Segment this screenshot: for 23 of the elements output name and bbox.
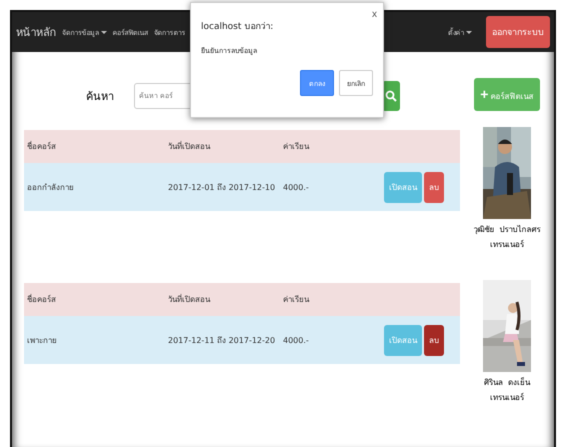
column-header: ค่าเรียน xyxy=(282,141,310,153)
delete-button[interactable]: ลบ xyxy=(424,324,444,356)
table-cell-text: 4000.- xyxy=(282,182,310,192)
column-header: วันที่เปิดสอน xyxy=(167,140,212,153)
table-cell-text: เพาะกาย xyxy=(26,334,58,346)
column-header: ชื่อคอร์ส xyxy=(26,293,57,306)
column-header: วันที่เปิดสอน xyxy=(167,293,212,306)
search-label: ค้นหา xyxy=(86,89,115,105)
delete-button[interactable]: ลบ xyxy=(424,172,444,202)
table-cell-text: 2017-12-01 ถึง 2017-12-10 xyxy=(167,182,276,194)
trainer-role: เทรนเนอร์ xyxy=(490,238,524,251)
logout-button[interactable]: ออกจากระบบ xyxy=(486,16,550,48)
trainer-name: ศิรินล ดงเย็น xyxy=(484,376,530,389)
trainer-name: วุฒิชัย ปราบไกลศร xyxy=(473,224,541,236)
table-cell-text: 4000.- xyxy=(282,336,310,344)
dialog-title: localhost บอกว่า: xyxy=(201,21,274,33)
column-header: ค่าเรียน xyxy=(282,294,310,306)
trainer-role: เทรนเนอร์ xyxy=(490,392,524,404)
close-button[interactable]: x xyxy=(372,9,377,20)
table-cell-text: ออกกำลังกาย xyxy=(26,182,75,194)
brand-link[interactable]: หน้าหลัก xyxy=(16,23,56,41)
table-cell-text: 2017-12-11 ถึง 2017-12-20 xyxy=(167,334,276,346)
column-header: ชื่อคอร์ส xyxy=(26,140,57,153)
